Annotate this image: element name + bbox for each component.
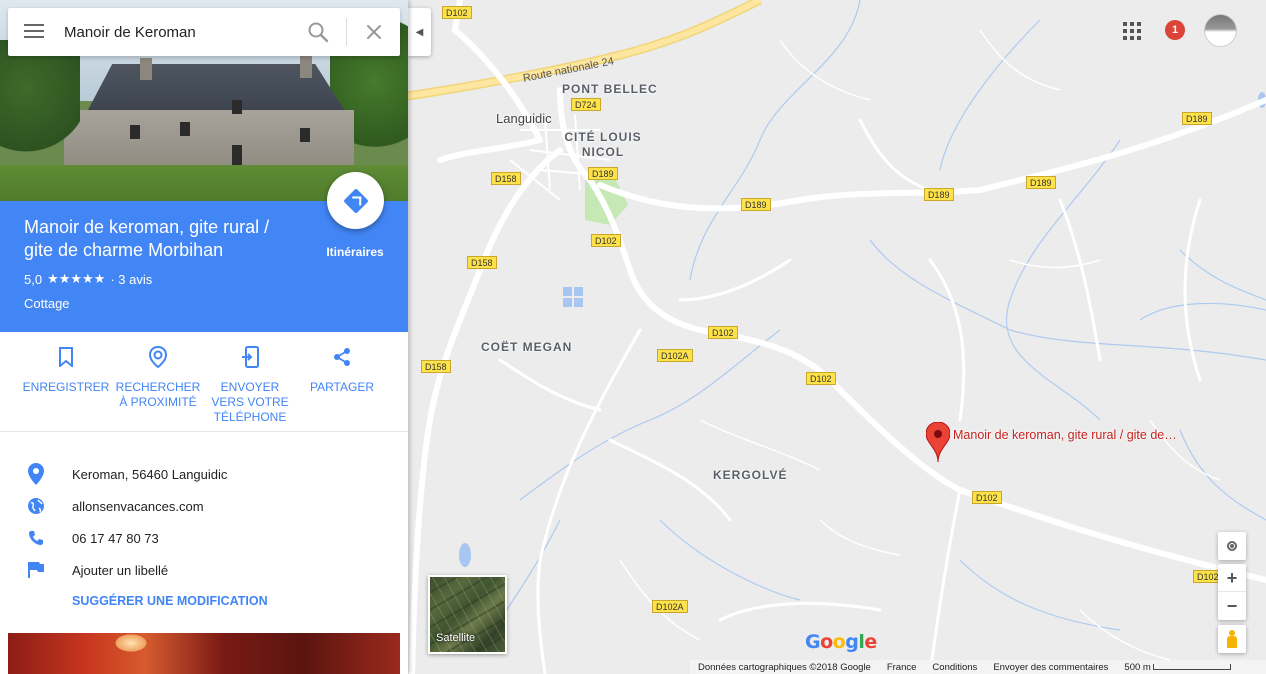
my-location-button[interactable] [1218,532,1246,560]
country-link[interactable]: France [879,662,925,673]
place-type[interactable]: Cottage [24,296,70,311]
pegman-icon [1227,630,1237,648]
website-row[interactable]: allonsenvacances.com [0,490,408,522]
road-label: D189 [1026,176,1056,189]
bookmark-icon [20,344,112,370]
search-input[interactable] [64,16,294,48]
scale-control[interactable]: 500 m [1116,662,1238,673]
feedback-link[interactable]: Envoyer des commentaires [985,662,1116,673]
search-icon[interactable] [306,20,330,44]
search-nearby-label: RECHERCHER À PROXIMITÉ [115,380,201,409]
zoom-in-button[interactable]: + [1218,564,1246,592]
road-label: D102 [442,6,472,19]
road-label: D102 [806,372,836,385]
road-label: D189 [741,198,771,211]
search-divider [346,18,347,46]
pin-label[interactable]: Manoir de keroman, gite rural / gite de… [953,427,1177,443]
chevron-left-icon: ◀ [415,26,424,38]
road-label: D158 [467,256,497,269]
phone-number: 06 17 47 80 73 [72,530,159,546]
phone-icon [0,530,72,546]
address-text: Keroman, 56460 Languidic [72,466,228,482]
reviews-link[interactable]: · 3 avis [110,272,152,287]
place-cite-louis-nicol: CITÉ LOUIS NICOL [564,130,642,159]
place-coet-megan: COËT MEGAN [481,340,573,354]
place-pont-bellec: PONT BELLEC [562,82,658,96]
my-location-icon [1227,541,1237,551]
send-to-phone-icon [204,344,296,370]
road-label: D102A [657,349,693,362]
website-link[interactable]: allonsenvacances.com [72,499,408,514]
nearby-icon [112,344,204,370]
street-view-button[interactable] [1218,625,1246,653]
road-label: D189 [588,167,618,180]
search-nearby-button[interactable]: RECHERCHER À PROXIMITÉ [112,344,204,410]
place-panel: Manoir de keroman, gite rural / gite de … [0,0,408,674]
save-button[interactable]: ENREGISTRER [20,344,112,395]
road-label: D102 [591,234,621,247]
apps-grid-icon[interactable] [1121,20,1141,40]
map-data-credit: Données cartographiques ©2018 Google [698,661,871,673]
send-to-phone-label: ENVOYER VERS VOTRE TÉLÉPHONE [211,380,289,424]
address-row[interactable]: Keroman, 56460 Languidic [0,458,408,490]
phone-row[interactable]: 06 17 47 80 73 [0,522,408,554]
terms-link[interactable]: Conditions [924,662,985,673]
search-box [8,8,400,56]
road-label: D158 [421,360,451,373]
add-label-text: Ajouter un libellé [72,562,169,578]
menu-icon[interactable] [24,24,44,40]
rating-value: 5,0 [24,271,43,287]
rating-stars: ★★★★★ [47,271,106,286]
road-label: D158 [491,172,521,185]
directions-label[interactable]: Itinéraires [310,245,400,259]
action-bar: ENREGISTRER RECHERCHER À PROXIMITÉ ENVOY… [0,332,408,432]
zoom-out-button[interactable]: − [1218,592,1246,620]
globe-icon [0,497,72,515]
interior-photo[interactable] [8,633,400,674]
share-icon [296,344,388,370]
send-to-phone-button[interactable]: ENVOYER VERS VOTRE TÉLÉPHONE [204,344,296,425]
rating-row: 5,0 ★★★★★ · 3 avis [24,271,152,287]
label-row[interactable]: Ajouter un libellé [0,554,408,586]
share-button[interactable]: PARTAGER [296,344,388,395]
info-list: Keroman, 56460 Languidic allonsenvacance… [0,458,408,586]
zoom-controls: + − [1218,564,1246,620]
location-pin-icon [0,463,72,485]
place-kergolve: KERGOLVÉ [713,468,788,482]
satellite-label: Satellite [436,632,476,644]
suggest-edit-link[interactable]: SUGGÉRER UNE MODIFICATION [72,594,268,608]
place-pin-icon[interactable] [926,422,950,462]
place-languidic: Languidic [496,111,552,126]
road-label: D724 [571,98,601,111]
place-title: Manoir de keroman, gite rural / gite de … [24,217,270,260]
directions-icon [342,187,369,214]
google-logo: Google [805,631,877,653]
map-footer: Données cartographiques ©2018 Google Fra… [690,660,1266,674]
directions-button[interactable] [327,172,384,229]
satellite-toggle[interactable]: Satellite [428,575,507,654]
save-label: ENREGISTRER [22,380,110,394]
close-icon[interactable] [362,20,386,44]
road-label: D102A [652,600,688,613]
avatar[interactable] [1204,14,1237,47]
flag-icon [0,561,72,579]
share-label: PARTAGER [309,380,374,394]
road-label: D189 [1182,112,1212,125]
collapse-panel-button[interactable]: ◀ [408,8,431,56]
road-label: D102 [708,326,738,339]
road-label: D102 [972,491,1002,504]
road-label: D189 [924,188,954,201]
notifications-badge[interactable]: 1 [1165,20,1185,40]
